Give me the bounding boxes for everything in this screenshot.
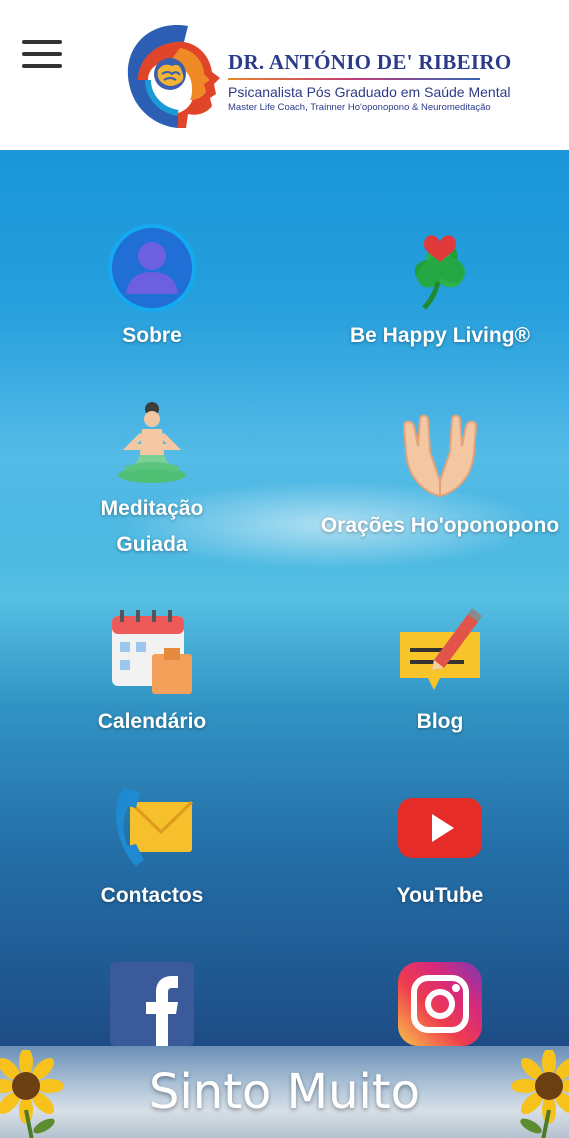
brand-block: DR. ANTÓNIO DE' RIBEIRO Psicanalista Pós… — [228, 50, 568, 113]
brand-divider — [228, 78, 480, 80]
tile-youtube[interactable]: YouTube — [310, 782, 569, 914]
tile-label: Sobre — [122, 324, 182, 347]
tile-oracoes-hooponopono[interactable]: Orações Ho'oponopono — [310, 412, 569, 544]
brand-name: DR. ANTÓNIO DE' RIBEIRO — [228, 50, 512, 74]
instagram-icon — [398, 962, 482, 1046]
user-icon — [108, 224, 196, 312]
sunflower-right-icon — [511, 1050, 569, 1138]
meditation-icon — [118, 402, 186, 483]
tile-blog[interactable]: Blog — [310, 608, 569, 740]
main-menu-grid: Sobre Be Happy Living® Meditação Guiada — [0, 150, 569, 1046]
sinto-muito-banner[interactable]: Sinto Muito — [0, 1046, 569, 1138]
tile-contactos[interactable]: Contactos — [22, 782, 282, 914]
tile-label: Meditação Guiada — [100, 497, 204, 556]
tile-be-happy-living[interactable]: Be Happy Living® — [310, 222, 569, 354]
praying-hands-icon — [402, 414, 478, 498]
tile-calendario[interactable]: Calendário — [22, 608, 282, 740]
brain-head-logo-icon — [127, 25, 220, 128]
tile-instagram[interactable] — [310, 958, 569, 1046]
tile-meditacao-guiada[interactable]: Meditação Guiada — [22, 395, 282, 563]
tile-label: Contactos — [100, 884, 204, 907]
brand-tagline: Master Life Coach, Trainner Ho'oponopono… — [228, 102, 491, 113]
tile-label: Orações Ho'oponopono — [320, 514, 560, 537]
calendar-icon — [112, 610, 192, 694]
app-header: DR. ANTÓNIO DE' RIBEIRO Psicanalista Pós… — [0, 0, 569, 150]
brand-subtitle: Psicanalista Pós Graduado em Saúde Menta… — [228, 84, 511, 100]
tile-label: YouTube — [396, 884, 484, 907]
tile-label: Calendário — [97, 710, 207, 733]
clover-heart-icon — [414, 235, 465, 310]
tile-facebook[interactable] — [22, 958, 282, 1046]
tile-label: Blog — [416, 710, 464, 733]
banner-title: Sinto Muito — [148, 1064, 421, 1120]
youtube-icon — [398, 798, 482, 858]
hamburger-menu-icon[interactable] — [22, 40, 62, 70]
tile-sobre[interactable]: Sobre — [22, 222, 282, 354]
tile-label: Be Happy Living® — [350, 324, 530, 347]
blog-pencil-icon — [400, 608, 482, 690]
facebook-icon — [110, 962, 194, 1046]
phone-envelope-icon — [116, 788, 194, 866]
